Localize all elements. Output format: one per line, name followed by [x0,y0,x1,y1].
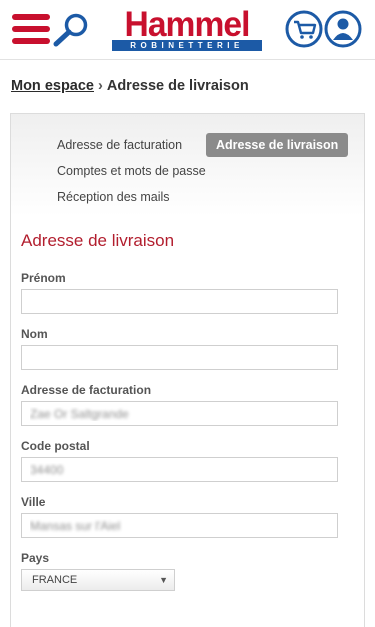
cart-icon[interactable] [285,10,323,48]
site-header: Hammel ROBINETTERIE [0,0,375,60]
breadcrumb-separator: › [98,78,103,94]
user-icon[interactable] [324,10,362,48]
subnav-item-delivery[interactable]: Adresse de livraison [206,133,349,157]
lastname-label: Nom [21,327,48,341]
breadcrumb-link-mon-espace[interactable]: Mon espace [11,78,94,94]
subnav-item-accounts[interactable]: Comptes et mots de passe [57,164,206,178]
account-panel: Adresse de facturation Adresse de livrai… [10,113,365,627]
city-input[interactable] [21,513,338,538]
city-label: Ville [21,495,46,509]
country-select-value: FRANCE [32,574,78,586]
chevron-down-icon: ▼ [159,575,168,585]
firstname-input[interactable] [21,289,338,314]
subnav-item-mails[interactable]: Réception des mails [57,190,170,204]
search-icon[interactable] [52,12,90,48]
postcode-input[interactable] [21,457,338,482]
country-select[interactable]: FRANCE ▼ [21,569,175,591]
firstname-label: Prénom [21,271,66,285]
postcode-label: Code postal [21,439,90,453]
account-subnav: Adresse de facturation Adresse de livrai… [11,114,364,216]
section-title: Adresse de livraison [21,231,175,250]
address-input[interactable] [21,401,338,426]
address-label: Adresse de facturation [21,383,152,397]
brand-logo[interactable]: Hammel ROBINETTERIE [112,6,262,52]
logo-name: Hammel [124,5,251,44]
logo-subtitle: ROBINETTERIE [112,40,262,51]
menu-icon[interactable] [12,14,52,44]
breadcrumb-current: Adresse de livraison [106,78,249,94]
subnav-item-billing[interactable]: Adresse de facturation [57,138,182,152]
country-label: Pays [21,551,50,565]
lastname-input[interactable] [21,345,338,370]
breadcrumb: Mon espace › Adresse de livraison [11,78,249,94]
